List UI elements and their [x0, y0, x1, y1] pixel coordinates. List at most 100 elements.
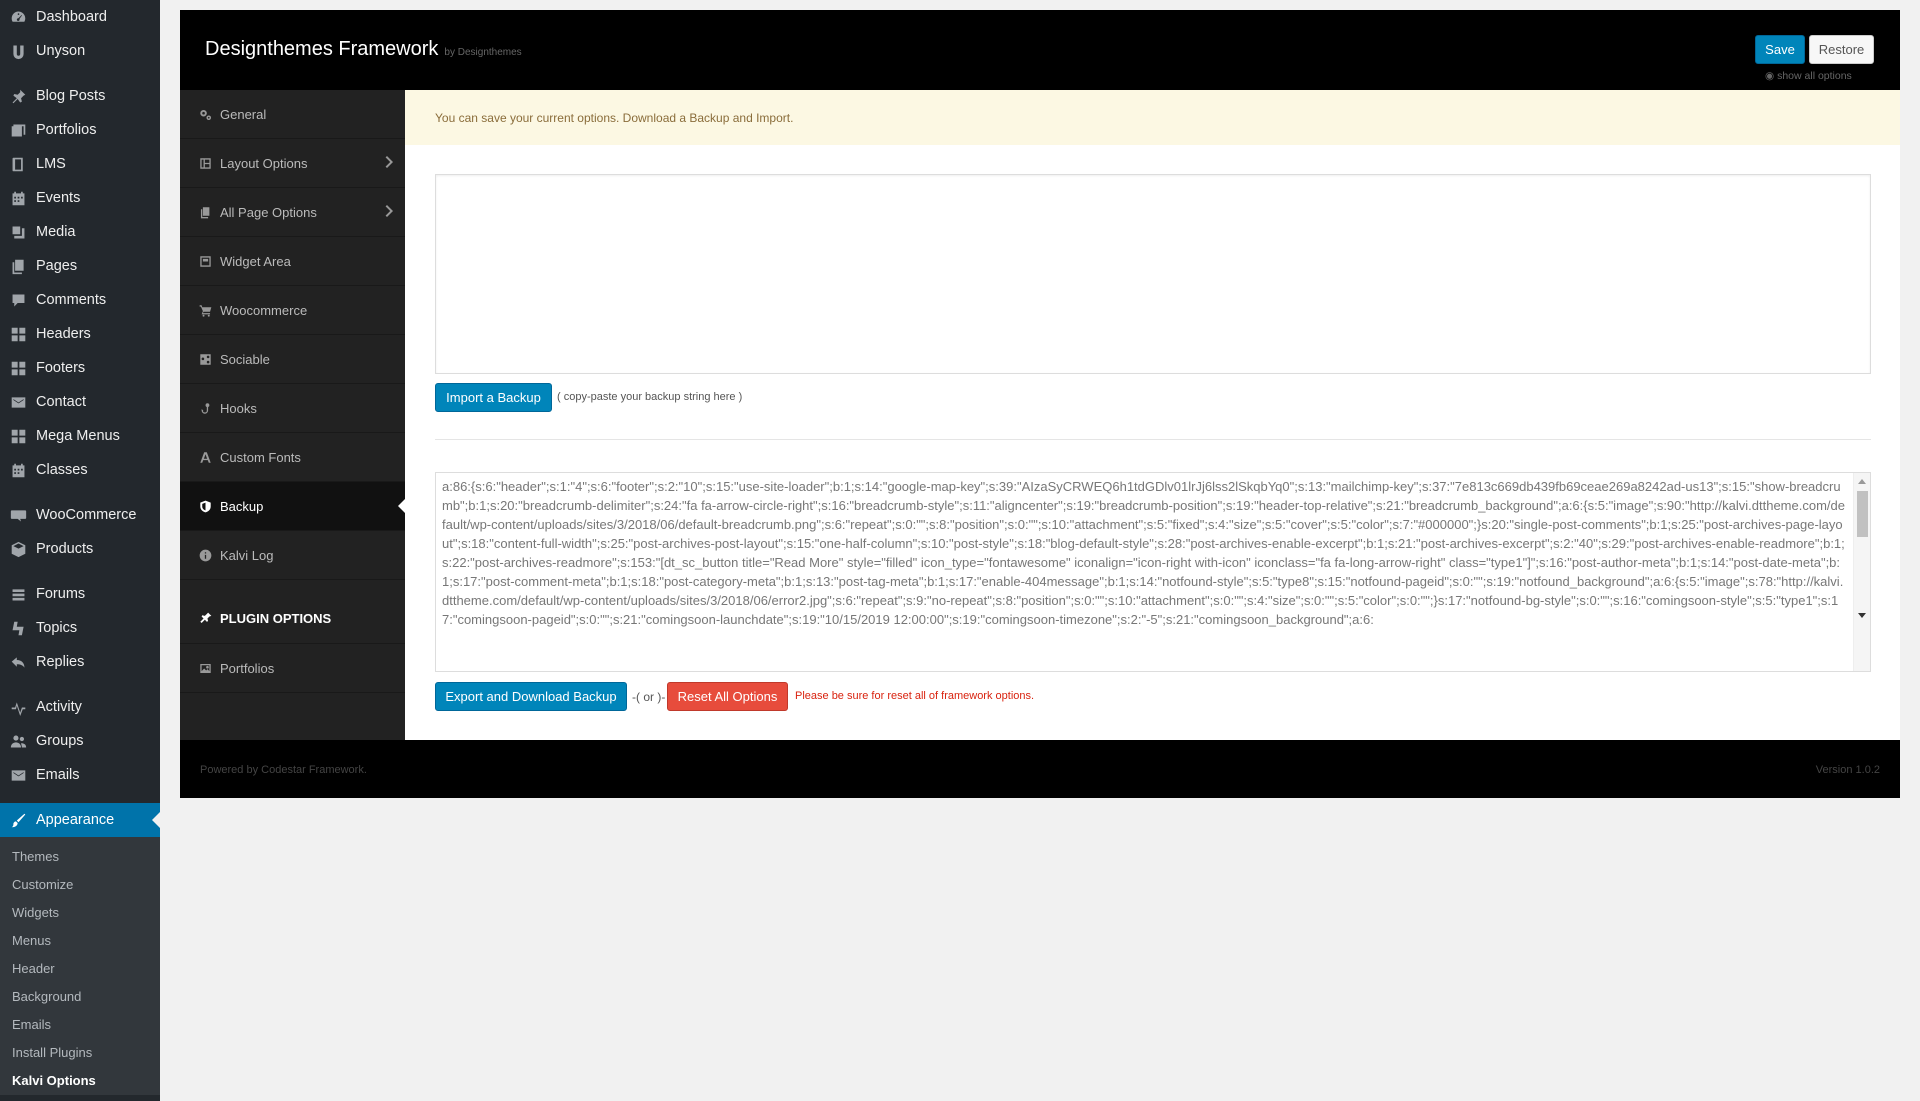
import-backup-textarea[interactable] [435, 174, 1871, 374]
export-download-backup-button[interactable]: Export and Download Backup [435, 682, 627, 711]
nav-item-label: All Page Options [220, 204, 317, 220]
wp-menu-item-emails[interactable]: Emails [0, 758, 160, 792]
nav-item-portfolios[interactable]: Portfolios [180, 644, 405, 693]
mail-icon [9, 393, 27, 411]
wp-menu-item-label: Topics [36, 620, 78, 636]
wp-submenu-item-themes[interactable]: Themes [0, 843, 160, 871]
wp-admin-sidebar: Dashboard Unyson Blog Posts Portfolios LMS Ev… [0, 0, 160, 1101]
wp-submenu-item-background[interactable]: Background [0, 983, 160, 1011]
wp-menu-item-label: Contact [36, 394, 86, 410]
wp-menu-item-label: Pages [36, 258, 78, 274]
nav-item-label: Layout Options [220, 155, 308, 171]
scroll-up-arrow-icon[interactable] [1858, 479, 1866, 484]
wp-menu-item-label: Blog Posts [36, 88, 106, 104]
wp-submenu-item-kalvi-options[interactable]: Kalvi Options [0, 1067, 160, 1095]
wp-menu-item-label: Comments [36, 292, 107, 308]
shield-icon [198, 499, 212, 513]
hook-icon [198, 401, 212, 415]
wp-submenu-item-menus[interactable]: Menus [0, 927, 160, 955]
framework-title: Designthemes Framework by Designthemes [205, 38, 522, 61]
wp-menu-item-portfolios[interactable]: Portfolios [0, 113, 160, 147]
save-button[interactable]: Save [1755, 35, 1805, 64]
reset-warning: Please be sure for reset all of framewor… [795, 690, 1035, 702]
scroll-down-arrow-icon[interactable] [1858, 613, 1866, 618]
wp-menu-item-unyson[interactable]: Unyson [0, 34, 160, 68]
wp-menu-item-classes[interactable]: Classes [0, 453, 160, 487]
nav-item-label: Custom Fonts [220, 449, 301, 465]
calendar-icon [9, 189, 27, 207]
wp-menu-item-label: LMS [36, 156, 66, 172]
menu-separator [0, 679, 160, 690]
wp-menu-item-forums[interactable]: Forums [0, 577, 160, 611]
nav-item-kalvi-log[interactable]: Kalvi Log [180, 531, 405, 580]
wp-menu-item-products[interactable]: Products [0, 532, 160, 566]
nav-item-label: Portfolios [220, 660, 275, 676]
wp-menu-item-events[interactable]: Events [0, 181, 160, 215]
wp-menu-item-lms[interactable]: LMS [0, 147, 160, 181]
framework-title-text: Designthemes Framework [205, 38, 439, 60]
nav-item-general[interactable]: General [180, 90, 405, 139]
brush-icon [9, 811, 27, 829]
wp-menu-item-headers[interactable]: Headers [0, 317, 160, 351]
wp-menu-item-label: Mega Menus [36, 428, 120, 444]
reset-all-options-button[interactable]: Reset All Options [667, 682, 788, 711]
wp-admin-menu: Dashboard Unyson Blog Posts Portfolios LMS Ev… [0, 0, 160, 837]
wp-submenu-item-install-plugins[interactable]: Install Plugins [0, 1039, 160, 1067]
export-backup-text: a:86:{s:6:"header";s:1:"4";s:6:"footer";… [442, 479, 1845, 627]
restore-button[interactable]: Restore [1809, 35, 1874, 64]
layout-icon [198, 156, 212, 170]
wp-menu-item-label: Groups [36, 733, 84, 749]
eye-icon: ◉ [1765, 70, 1778, 82]
groups-icon [9, 732, 27, 750]
framework-by-text: by Designthemes [444, 47, 522, 58]
calendar-icon [9, 461, 27, 479]
nav-item-widget-area[interactable]: Widget Area [180, 237, 405, 286]
wp-submenu-item-customize[interactable]: Customize [0, 871, 160, 899]
export-backup-textarea[interactable]: a:86:{s:6:"header";s:1:"4";s:6:"footer";… [435, 472, 1871, 672]
nav-item-backup[interactable]: Backup [180, 482, 405, 531]
wp-menu-item-label: Unyson [36, 43, 86, 59]
wp-menu-item-label: WooCommerce [36, 507, 137, 523]
wp-menu-item-appearance[interactable]: Appearance [0, 803, 160, 837]
wp-menu-item-contact[interactable]: Contact [0, 385, 160, 419]
wp-menu-item-pages[interactable]: Pages [0, 249, 160, 283]
wp-menu-item-woocommerce[interactable]: WooCommerce [0, 498, 160, 532]
nav-item-woocommerce[interactable]: Woocommerce [180, 286, 405, 335]
wp-menu-item-replies[interactable]: Replies [0, 645, 160, 679]
show-all-options-link[interactable]: ◉ show all options [1765, 70, 1852, 82]
export-scrollbar[interactable] [1853, 473, 1870, 671]
wp-menu-item-groups[interactable]: Groups [0, 724, 160, 758]
import-backup-button[interactable]: Import a Backup [435, 383, 552, 412]
nav-item-sociable[interactable]: Sociable [180, 335, 405, 384]
framework-footer: Powered by Codestar Framework. Version 1… [180, 740, 1900, 798]
wp-menu-item-footers[interactable]: Footers [0, 351, 160, 385]
topics-icon [9, 619, 27, 637]
nav-item-hooks[interactable]: Hooks [180, 384, 405, 433]
nav-item-label: General [220, 106, 267, 122]
wp-menu-item-blog-posts[interactable]: Blog Posts [0, 79, 160, 113]
scroll-thumb[interactable] [1857, 491, 1868, 537]
unyson-icon [9, 42, 27, 60]
nav-item-all-page-options[interactable]: All Page Options [180, 188, 405, 237]
wp-submenu-item-emails[interactable]: Emails [0, 1011, 160, 1039]
wp-menu-item-label: Footers [36, 360, 86, 376]
wp-menu-item-dashboard[interactable]: Dashboard [0, 0, 160, 34]
wp-submenu-item-widgets[interactable]: Widgets [0, 899, 160, 927]
wp-menu-item-label: Headers [36, 326, 91, 342]
menu-separator [0, 68, 160, 79]
wp-menu-item-topics[interactable]: Topics [0, 611, 160, 645]
wp-menu-item-activity[interactable]: Activity [0, 690, 160, 724]
wp-menu-item-label: Replies [36, 654, 85, 670]
wp-menu-item-mega-menus[interactable]: Mega Menus [0, 419, 160, 453]
wp-menu-item-comments[interactable]: Comments [0, 283, 160, 317]
nav-item-custom-fonts[interactable]: Custom Fonts [180, 433, 405, 482]
image-icon [198, 661, 212, 675]
wp-submenu-item-header[interactable]: Header [0, 955, 160, 983]
show-all-options-label: show all options [1777, 70, 1852, 82]
nav-item-layout-options[interactable]: Layout Options [180, 139, 405, 188]
wp-menu-item-media[interactable]: Media [0, 215, 160, 249]
divider [435, 439, 1871, 440]
nav-item-label: Backup [220, 498, 264, 514]
grid-icon [9, 325, 27, 343]
menu-separator [0, 487, 160, 498]
